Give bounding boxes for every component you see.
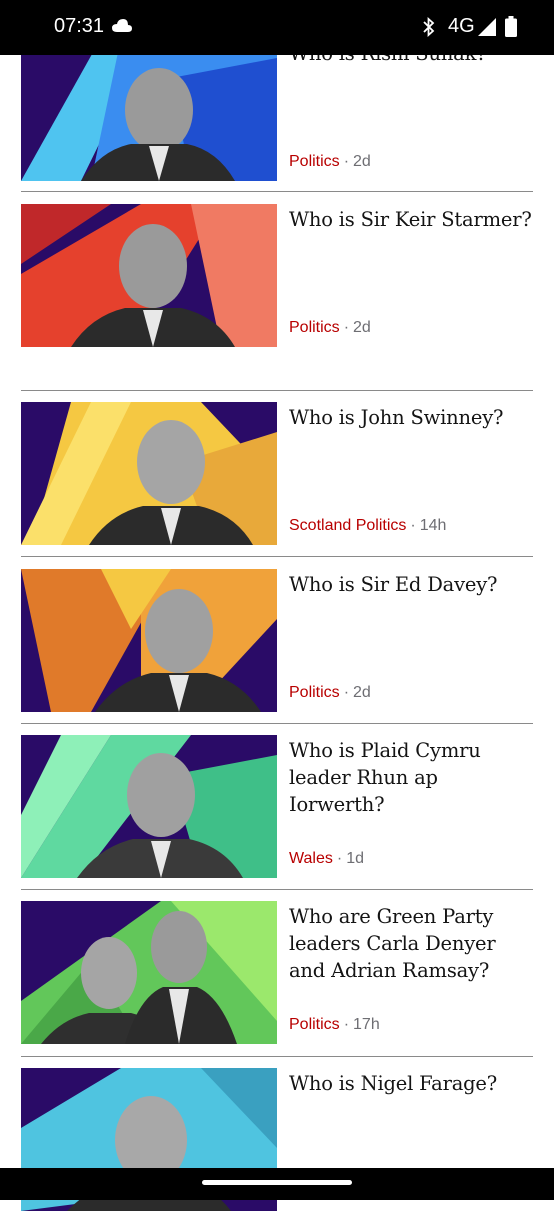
meta-separator: · [410,517,416,534]
gesture-nav-bar [0,1168,554,1200]
article-age: 2d [353,319,371,336]
meta-separator: · [343,1016,350,1033]
status-time: 07:31 [54,15,105,37]
article-meta: Politics · 2d [289,319,371,337]
article-headline[interactable]: Who is Plaid Cymru leader Rhun ap Iorwer… [289,737,537,818]
article-thumbnail[interactable] [21,735,277,878]
article-card[interactable]: Who are Green Party leaders Carla Denyer… [0,889,554,1055]
article-headline[interactable]: Who is Sir Ed Davey? [289,571,537,598]
article-thumbnail[interactable] [21,569,277,712]
article-meta: Scotland Politics · 14h [289,517,446,535]
article-card[interactable]: Who is Sir Ed Davey? Politics · 2d [0,557,554,723]
article-meta: Politics · 2d [289,684,371,702]
network-type: 4G [448,15,475,37]
article-topic[interactable]: Politics [289,1016,340,1033]
cloud-icon [112,19,132,38]
article-age: 17h [353,1016,380,1033]
home-handle[interactable] [202,1180,352,1185]
article-topic[interactable]: Politics [289,153,340,170]
article-topic[interactable]: Politics [289,319,340,336]
article-meta: Wales · 1d [289,850,364,868]
meta-separator: · [343,153,350,170]
article-card[interactable]: Who is Sir Keir Starmer? Politics · 2d [0,192,554,358]
article-meta: Politics · 2d [289,153,371,171]
article-headline[interactable]: Who is John Swinney? [289,404,537,431]
article-meta: Politics · 17h [289,1016,380,1034]
battery-icon [505,16,517,42]
article-thumbnail[interactable] [21,402,277,545]
bluetooth-icon [422,16,436,42]
article-topic[interactable]: Wales [289,850,333,867]
article-thumbnail[interactable] [21,901,277,1044]
article-topic[interactable]: Politics [289,684,340,701]
article-age: 2d [353,684,371,701]
article-age: 1d [346,850,364,867]
signal-icon [478,18,496,41]
meta-separator: · [336,850,343,867]
article-age: 14h [419,517,447,534]
meta-separator: · [343,684,350,701]
status-bar: 07:31 4G [0,0,554,55]
article-age: 2d [353,153,371,170]
article-card[interactable]: Who is Plaid Cymru leader Rhun ap Iorwer… [0,723,554,889]
article-thumbnail[interactable] [21,38,277,181]
article-thumbnail[interactable] [21,204,277,347]
meta-separator: · [343,319,350,336]
article-headline[interactable]: Who is Nigel Farage? [289,1070,537,1097]
article-topic[interactable]: Scotland Politics [289,517,406,534]
article-card[interactable]: Who is John Swinney? Scotland Politics · 1… [0,390,554,556]
article-headline[interactable]: Who is Sir Keir Starmer? [289,206,537,233]
article-headline[interactable]: Who are Green Party leaders Carla Denyer… [289,903,537,984]
